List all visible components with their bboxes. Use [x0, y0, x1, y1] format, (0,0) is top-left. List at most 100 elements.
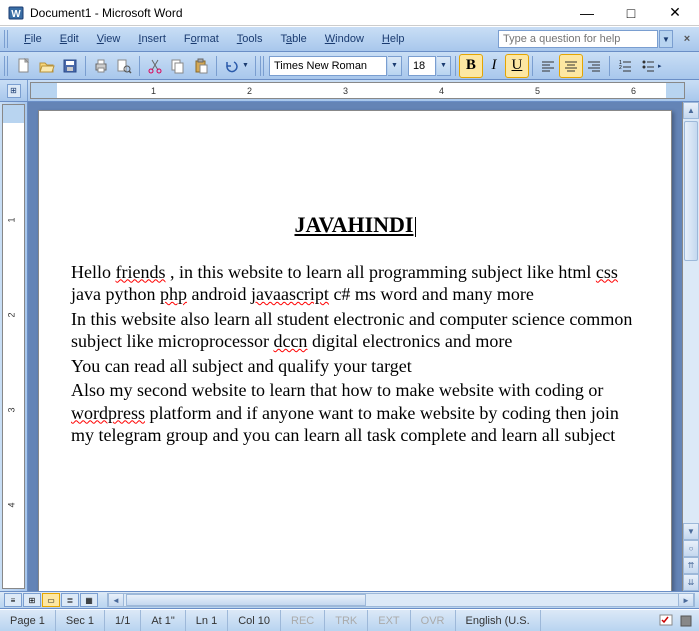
italic-button[interactable]: I: [483, 55, 505, 77]
vertical-ruler[interactable]: 1 2 3 4: [2, 104, 25, 589]
status-at: At 1": [141, 610, 185, 631]
ruler-tick: 2: [247, 86, 252, 96]
spellcheck-icon[interactable]: [659, 614, 675, 628]
font-name-combo[interactable]: Times New Roman: [269, 56, 387, 76]
h-scroll-thumb[interactable]: [126, 594, 366, 606]
font-size-value: 18: [413, 60, 425, 72]
vruler-tick: 4: [7, 502, 17, 507]
status-section: Sec 1: [56, 610, 105, 631]
scroll-thumb[interactable]: [684, 121, 698, 261]
ruler-row: ⊞ 1 2 3 4 5 6: [0, 80, 699, 102]
horizontal-ruler[interactable]: 1 2 3 4 5 6: [30, 82, 685, 99]
help-search-dropdown[interactable]: ▼: [659, 30, 673, 48]
bold-button[interactable]: B: [460, 55, 482, 77]
toolbar-grip-2[interactable]: [260, 56, 266, 76]
doc-paragraph: Hello friends , in this website to learn…: [71, 261, 639, 306]
work-area: 1 2 3 4 JAVAHINDI Hello friends , in thi…: [0, 102, 699, 591]
menu-window[interactable]: Window: [317, 30, 372, 48]
toolbar-overflow[interactable]: ▸: [658, 62, 662, 70]
menu-file[interactable]: File: [16, 30, 50, 48]
close-button[interactable]: ✕: [653, 1, 697, 25]
vruler-tick: 1: [7, 217, 17, 222]
status-trk[interactable]: TRK: [325, 610, 368, 631]
browse-object-button[interactable]: ○: [683, 540, 699, 557]
menu-format[interactable]: Format: [176, 30, 227, 48]
menu-table[interactable]: Table: [272, 30, 314, 48]
document-page[interactable]: JAVAHINDI Hello friends , in this websit…: [38, 110, 672, 591]
cut-button[interactable]: [144, 55, 166, 77]
menubar-grip[interactable]: [4, 30, 10, 48]
toolbar-grip-1[interactable]: [4, 56, 10, 76]
new-doc-button[interactable]: [13, 55, 35, 77]
ruler-tick: 4: [439, 86, 444, 96]
title-bar: W Document1 - Microsoft Word — □ ✕: [0, 0, 699, 26]
outline-view-button[interactable]: ≣: [61, 593, 79, 607]
paste-button[interactable]: [190, 55, 212, 77]
print-button[interactable]: [90, 55, 112, 77]
menu-view[interactable]: View: [89, 30, 129, 48]
menu-edit[interactable]: Edit: [52, 30, 87, 48]
document-scroll-area[interactable]: JAVAHINDI Hello friends , in this websit…: [28, 102, 682, 591]
status-ext[interactable]: EXT: [368, 610, 410, 631]
print-preview-button[interactable]: [113, 55, 135, 77]
vruler-tick: 3: [7, 407, 17, 412]
horizontal-scrollbar[interactable]: ◄ ►: [107, 593, 695, 607]
align-left-button[interactable]: [537, 55, 559, 77]
text-cursor: [415, 217, 416, 237]
vertical-scrollbar[interactable]: ▲ ▼ ○ ⇈ ⇊: [682, 102, 699, 591]
scroll-left-button[interactable]: ◄: [108, 593, 124, 607]
status-language[interactable]: English (U.S.: [456, 610, 541, 631]
scroll-up-button[interactable]: ▲: [683, 102, 699, 119]
menu-tools[interactable]: Tools: [229, 30, 271, 48]
numbered-list-button[interactable]: 12: [614, 55, 636, 77]
status-rec[interactable]: REC: [281, 610, 325, 631]
font-size-dropdown[interactable]: ▼: [437, 56, 451, 76]
save-status-icon: [679, 614, 693, 628]
copy-button[interactable]: [167, 55, 189, 77]
help-search-input[interactable]: [498, 30, 658, 48]
status-column: Col 10: [228, 610, 281, 631]
toolbar: ▼ Times New Roman ▼ 18 ▼ B I U 12 ▸: [0, 52, 699, 80]
status-line: Ln 1: [186, 610, 228, 631]
web-layout-button[interactable]: ⊞: [23, 593, 41, 607]
doc-paragraph: In this website also learn all student e…: [71, 308, 639, 353]
normal-view-button[interactable]: ≡: [4, 593, 22, 607]
save-button[interactable]: [59, 55, 81, 77]
font-size-combo[interactable]: 18: [408, 56, 436, 76]
close-doc-button[interactable]: ×: [679, 33, 695, 45]
ruler-tick: 5: [535, 86, 540, 96]
undo-dropdown[interactable]: ▼: [242, 62, 249, 69]
view-bar: ≡ ⊞ ▭ ≣ ▦ ◄ ►: [0, 591, 699, 609]
menu-insert[interactable]: Insert: [130, 30, 174, 48]
bullet-list-button[interactable]: [637, 55, 659, 77]
ruler-corner[interactable]: ⊞: [0, 80, 28, 101]
svg-text:W: W: [11, 9, 21, 20]
open-button[interactable]: [36, 55, 58, 77]
underline-button[interactable]: U: [506, 55, 528, 77]
vruler-tick: 2: [7, 312, 17, 317]
ruler-tick: 3: [343, 86, 348, 96]
menu-help[interactable]: Help: [374, 30, 413, 48]
maximize-button[interactable]: □: [609, 1, 653, 25]
next-page-button[interactable]: ⇊: [683, 574, 699, 591]
svg-text:2: 2: [619, 65, 622, 71]
reading-layout-button[interactable]: ▦: [80, 593, 98, 607]
window-title: Document1 - Microsoft Word: [30, 6, 565, 20]
prev-page-button[interactable]: ⇈: [683, 557, 699, 574]
undo-button[interactable]: [221, 55, 243, 77]
scroll-down-button[interactable]: ▼: [683, 523, 699, 540]
status-page[interactable]: Page 1: [0, 610, 56, 631]
ruler-tick: 6: [631, 86, 636, 96]
doc-paragraph: Also my second website to learn that how…: [71, 379, 639, 447]
align-center-button[interactable]: [560, 55, 582, 77]
align-right-button[interactable]: [583, 55, 605, 77]
print-layout-button[interactable]: ▭: [42, 593, 60, 607]
minimize-button[interactable]: —: [565, 1, 609, 25]
scroll-right-button[interactable]: ►: [678, 593, 694, 607]
ruler-tick: 1: [151, 86, 156, 96]
status-ovr[interactable]: OVR: [411, 610, 456, 631]
doc-heading: JAVAHINDI: [71, 211, 639, 239]
scroll-track[interactable]: [683, 119, 699, 523]
font-name-dropdown[interactable]: ▼: [388, 56, 402, 76]
status-pagecount: 1/1: [105, 610, 141, 631]
